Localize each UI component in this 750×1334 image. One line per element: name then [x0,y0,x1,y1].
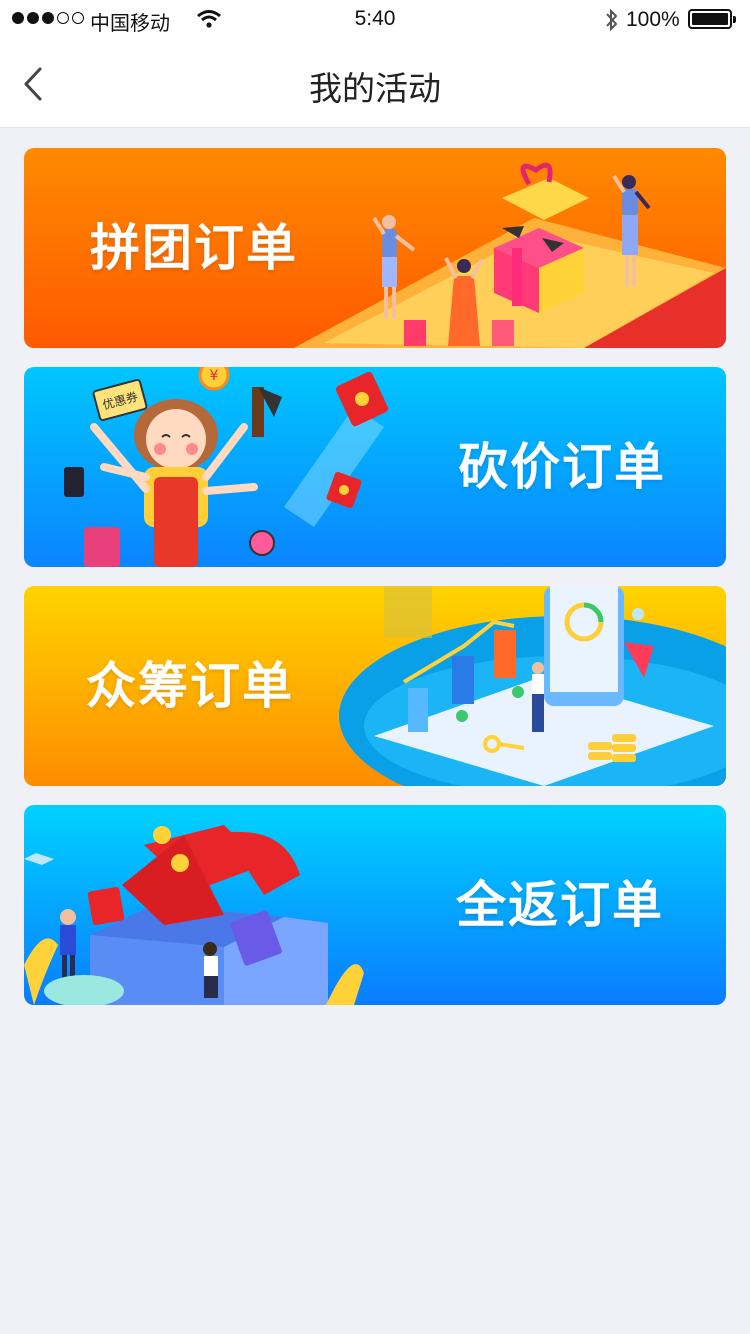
banner-label: 拼团订单 [90,219,298,277]
banner-label: 砍价订单 [458,438,666,496]
coin-symbol: ¥ [210,368,219,384]
battery-icon [688,9,736,29]
person-figure [60,909,76,981]
battery-percent: 100% [626,8,680,31]
page-title: 我的活动 [309,69,441,108]
person-figure [203,942,218,998]
status-bar: 中国移动 5:40 100% [0,0,750,40]
phone-icon [544,586,624,706]
phone-icon [64,467,84,497]
red-envelope-icon [335,371,389,427]
bluetooth-icon [604,7,620,39]
handbag-icon [84,527,120,567]
banner-label: 众筹订单 [86,657,294,715]
full-rebate-orders-banner[interactable]: 全返订单 [24,805,726,1005]
group-buy-orders-banner[interactable]: 拼团订单 [24,148,726,348]
coupon-icon: 优惠券 [92,378,148,422]
banner-label: 全返订单 [456,876,664,934]
crowdfunding-orders-banner[interactable]: 众筹订单 [24,586,726,786]
coin-icon [171,854,189,872]
bargain-orders-banner[interactable]: ¥ 优惠券 砍价订单 [24,367,726,567]
nav-bar: 我的活动 [0,40,750,128]
